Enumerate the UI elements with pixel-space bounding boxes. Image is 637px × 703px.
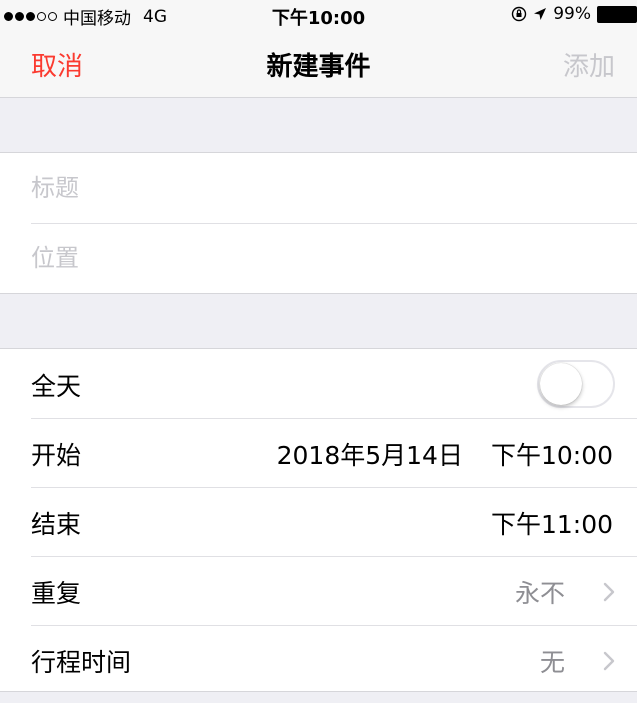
start-date: 2018年5月14日	[276, 441, 463, 470]
repeat-value-text: 永不	[514, 579, 565, 608]
start-value: 2018年5月14日 下午10:00	[277, 436, 613, 472]
battery-percent: 99%	[553, 4, 591, 24]
travel-time-value-text: 无	[539, 648, 565, 677]
toggle-knob	[540, 363, 582, 405]
event-details-section: 全天 开始 2018年5月14日 下午10:00 结束 下午11:00 重复 永…	[0, 348, 637, 692]
all-day-row: 全天	[0, 349, 637, 418]
end-label: 结束	[31, 510, 82, 539]
title-location-section	[0, 152, 637, 294]
end-time: 下午11:00	[490, 510, 613, 539]
travel-time-value: 无	[540, 643, 615, 679]
cancel-button[interactable]: 取消	[31, 46, 83, 83]
battery-icon	[597, 5, 637, 23]
nav-bar: 取消 新建事件 添加	[0, 30, 637, 98]
start-label: 开始	[31, 441, 82, 470]
end-value: 下午11:00	[491, 505, 613, 541]
status-right: 99%	[511, 4, 637, 24]
location-row	[0, 223, 637, 293]
start-row[interactable]: 开始 2018年5月14日 下午10:00	[0, 418, 637, 487]
status-bar: 中国移动 4G 下午10:00 99%	[0, 0, 637, 30]
travel-time-label: 行程时间	[31, 648, 132, 677]
repeat-row[interactable]: 重复 永不	[0, 556, 637, 625]
repeat-label: 重复	[31, 579, 82, 608]
title-row	[0, 153, 637, 223]
all-day-toggle[interactable]	[537, 360, 615, 408]
add-button[interactable]: 添加	[563, 46, 615, 83]
all-day-label: 全天	[31, 372, 82, 401]
location-arrow-icon	[534, 8, 547, 20]
rotation-lock-icon	[512, 6, 527, 22]
title-input[interactable]	[31, 153, 611, 223]
location-input[interactable]	[31, 223, 611, 293]
start-time: 下午10:00	[490, 441, 613, 470]
page-title: 新建事件	[266, 52, 371, 82]
chevron-right-icon	[603, 582, 615, 602]
repeat-value: 永不	[515, 574, 615, 610]
end-row[interactable]: 结束 下午11:00	[0, 487, 637, 556]
travel-time-row[interactable]: 行程时间 无	[0, 625, 637, 694]
chevron-right-icon	[603, 651, 615, 671]
